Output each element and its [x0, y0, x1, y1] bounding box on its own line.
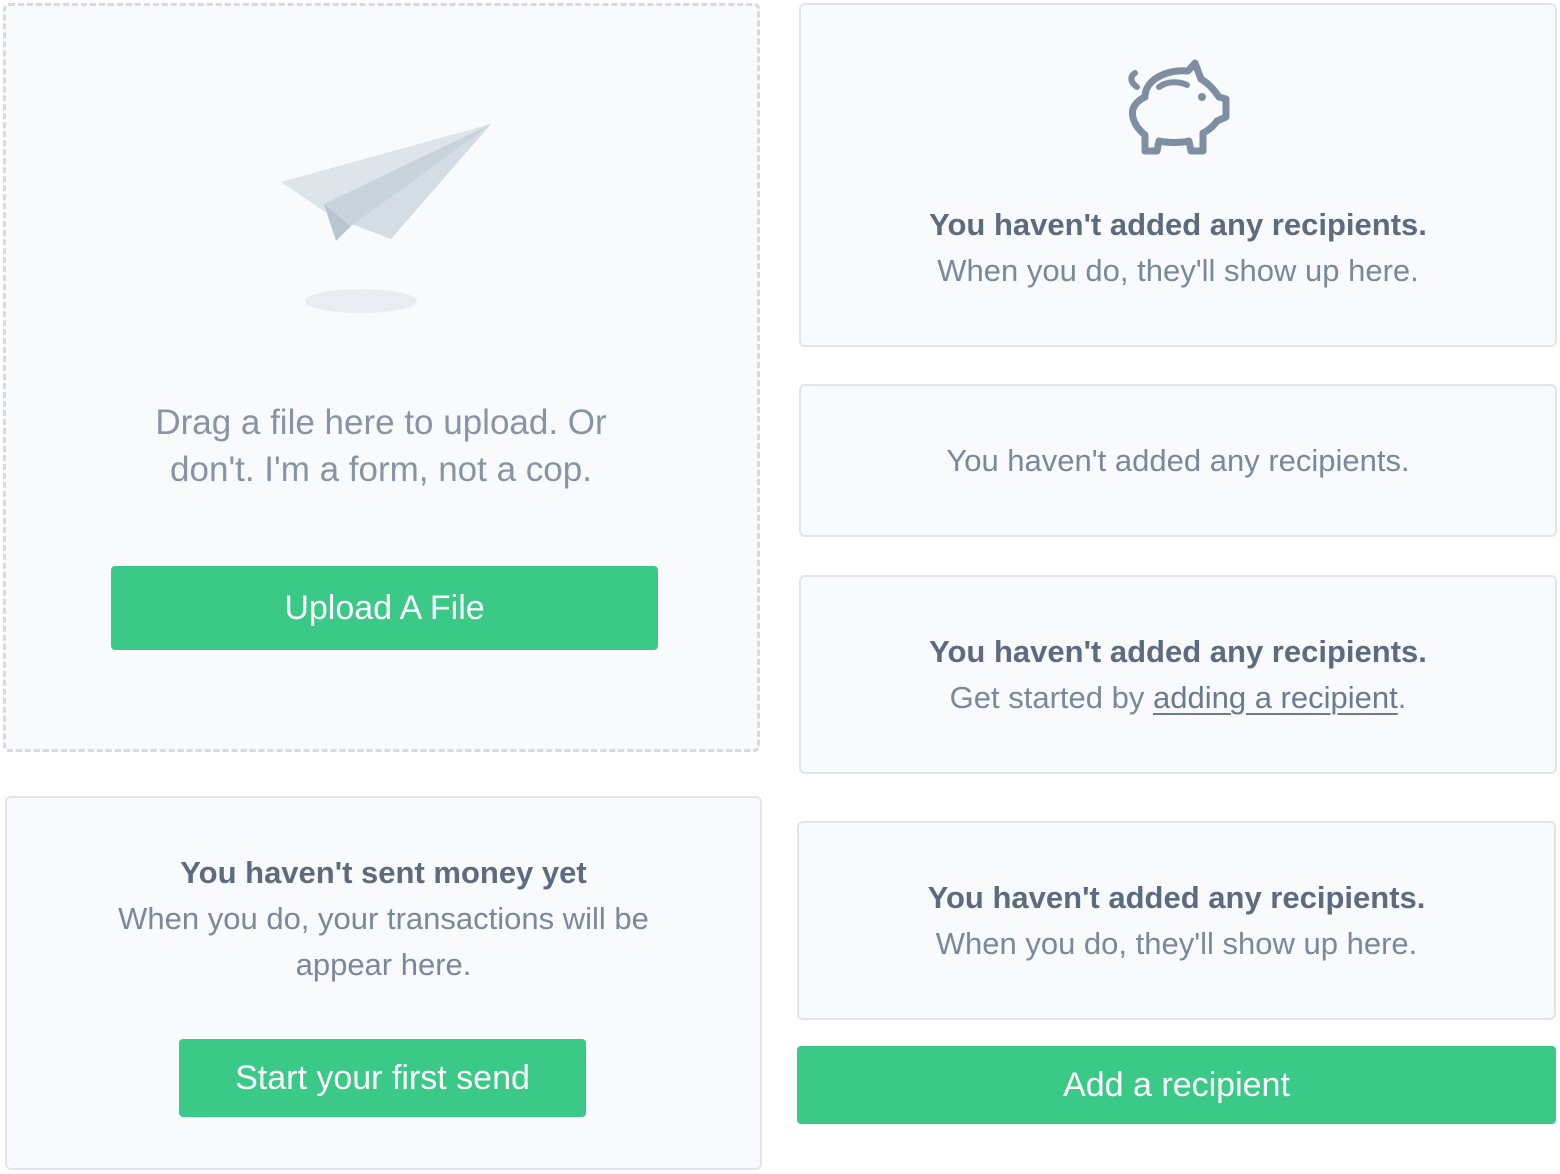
recipients-empty-state-button: You haven't added any recipients. When y… — [797, 821, 1556, 1020]
send-body: When you do, your transactions will be a… — [118, 901, 649, 982]
recipients-button-title: You haven't added any recipients. — [927, 880, 1426, 915]
paper-plane-icon — [281, 124, 491, 313]
send-money-empty-state: You haven't sent money yet When you do, … — [5, 796, 762, 1170]
recipients-title: You haven't added any recipients. — [929, 207, 1427, 242]
recipients-body: When you do, they'll show up here. — [937, 253, 1419, 288]
recipients-empty-state-link: You haven't added any recipients. Get st… — [799, 575, 1557, 774]
recipients-link-prefix: Get started by — [949, 680, 1153, 715]
recipients-link-title: You haven't added any recipients. — [929, 634, 1427, 669]
recipients-empty-state-icon: You haven't added any recipients. When y… — [799, 3, 1557, 347]
upload-message: Drag a file here to upload. Or don't. I'… — [155, 403, 607, 489]
recipients-link-body: Get started by adding a recipient. — [801, 675, 1555, 721]
recipients-simple-message: You haven't added any recipients. — [946, 443, 1410, 478]
upload-dropzone[interactable]: Drag a file here to upload. Or don't. I'… — [3, 3, 760, 752]
piggy-bank-icon — [1128, 59, 1230, 155]
recipients-empty-state-simple: You haven't added any recipients. — [799, 384, 1557, 537]
send-title: You haven't sent money yet — [180, 855, 587, 890]
start-first-send-button[interactable]: Start your first send — [179, 1039, 586, 1117]
add-recipient-button[interactable]: Add a recipient — [797, 1046, 1556, 1124]
recipients-link-suffix: . — [1397, 680, 1407, 715]
add-recipient-link[interactable]: adding a recipient — [1153, 680, 1398, 715]
upload-file-button[interactable]: Upload A File — [111, 566, 658, 650]
recipients-button-body: When you do, they'll show up here. — [935, 926, 1418, 961]
